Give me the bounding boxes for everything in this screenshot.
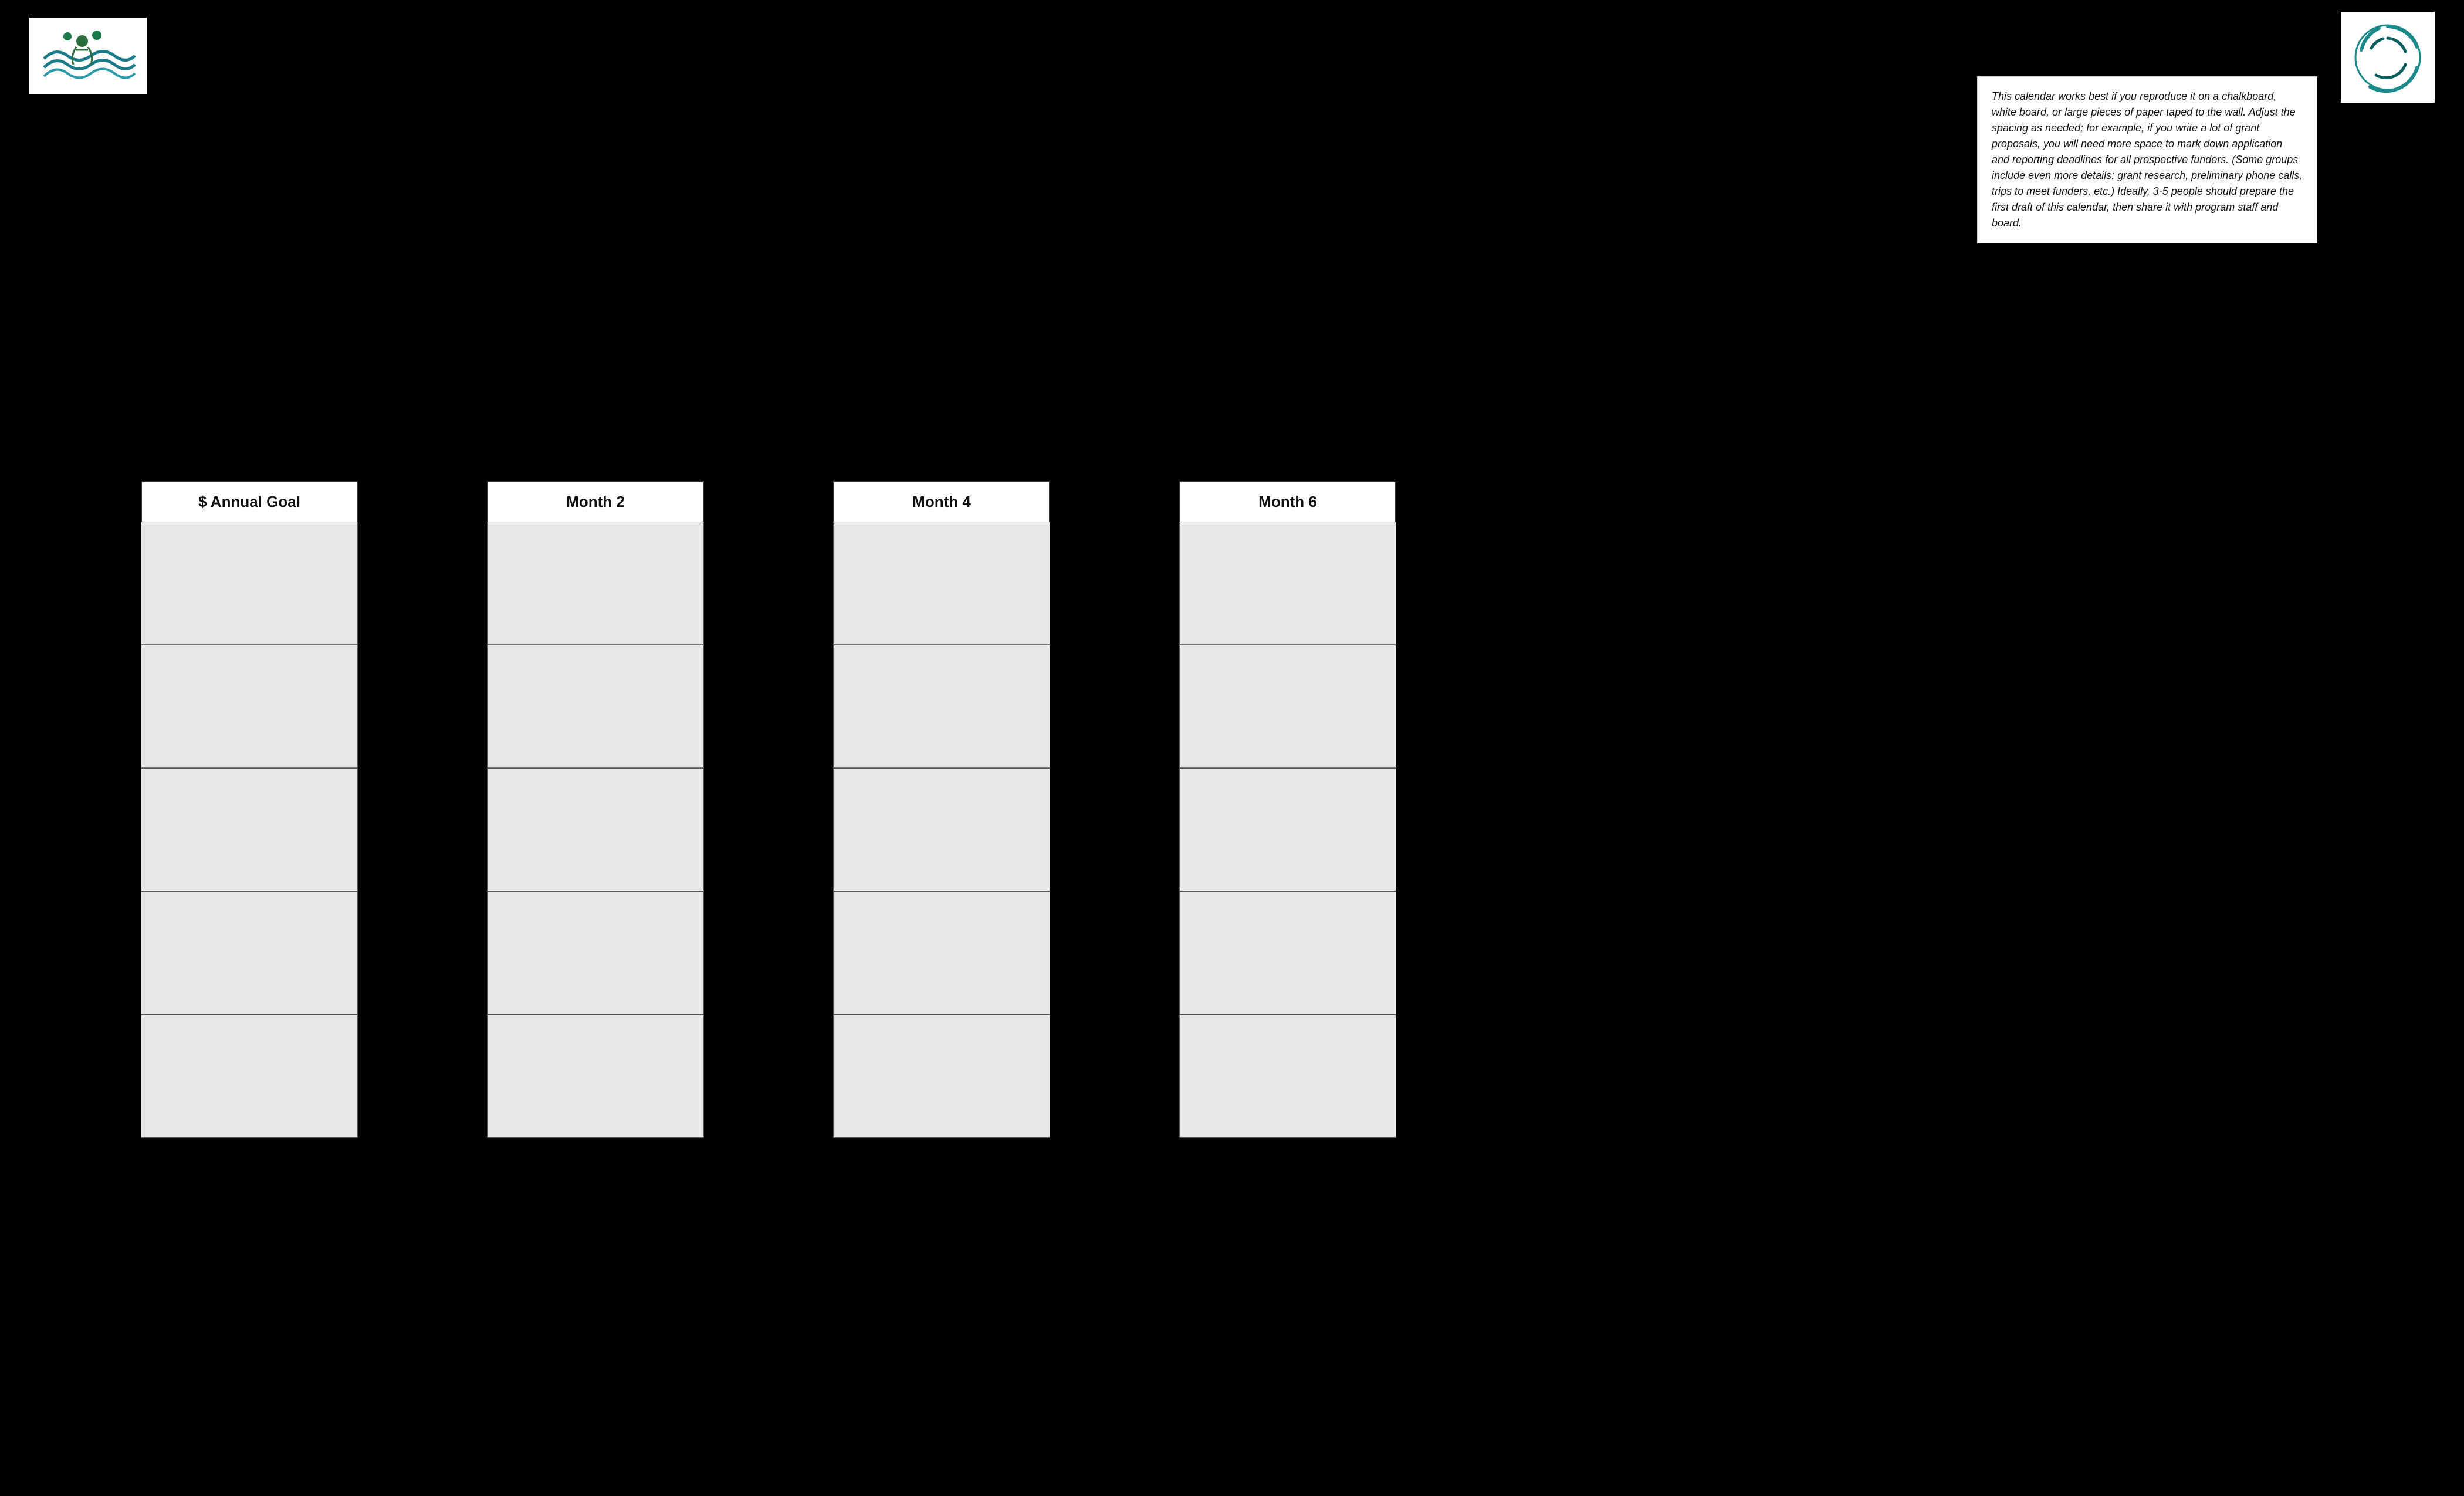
table-row	[1179, 891, 1396, 1014]
column-month4: Month 4	[833, 481, 1050, 1138]
column-header-month4: Month 4	[833, 481, 1050, 522]
table-row	[487, 768, 704, 891]
table-row	[487, 645, 704, 768]
table-row	[833, 768, 1050, 891]
table-row	[833, 522, 1050, 645]
table-row	[141, 891, 358, 1014]
table-row	[833, 1014, 1050, 1138]
table-row	[487, 1014, 704, 1138]
grid-container: $ Annual Goal Month 2 Month 4 Month 6	[141, 481, 1396, 1138]
table-row	[141, 768, 358, 891]
column-header-month2: Month 2	[487, 481, 704, 522]
column-month6: Month 6	[1179, 481, 1396, 1138]
info-box: This calendar works best if you reproduc…	[1977, 76, 2317, 243]
table-row	[833, 645, 1050, 768]
column-header-month6: Month 6	[1179, 481, 1396, 522]
right-logo	[2341, 12, 2435, 103]
table-row	[141, 1014, 358, 1138]
table-row	[141, 645, 358, 768]
table-row	[1179, 768, 1396, 891]
table-row	[1179, 645, 1396, 768]
table-row	[1179, 522, 1396, 645]
table-row	[833, 891, 1050, 1014]
left-logo	[29, 18, 147, 94]
column-month2: Month 2	[487, 481, 704, 1138]
column-annual-goal: $ Annual Goal	[141, 481, 358, 1138]
table-row	[1179, 1014, 1396, 1138]
column-header-annual-goal: $ Annual Goal	[141, 481, 358, 522]
table-row	[487, 522, 704, 645]
table-row	[487, 891, 704, 1014]
info-box-text: This calendar works best if you reproduc…	[1992, 90, 2302, 229]
table-row	[141, 522, 358, 645]
